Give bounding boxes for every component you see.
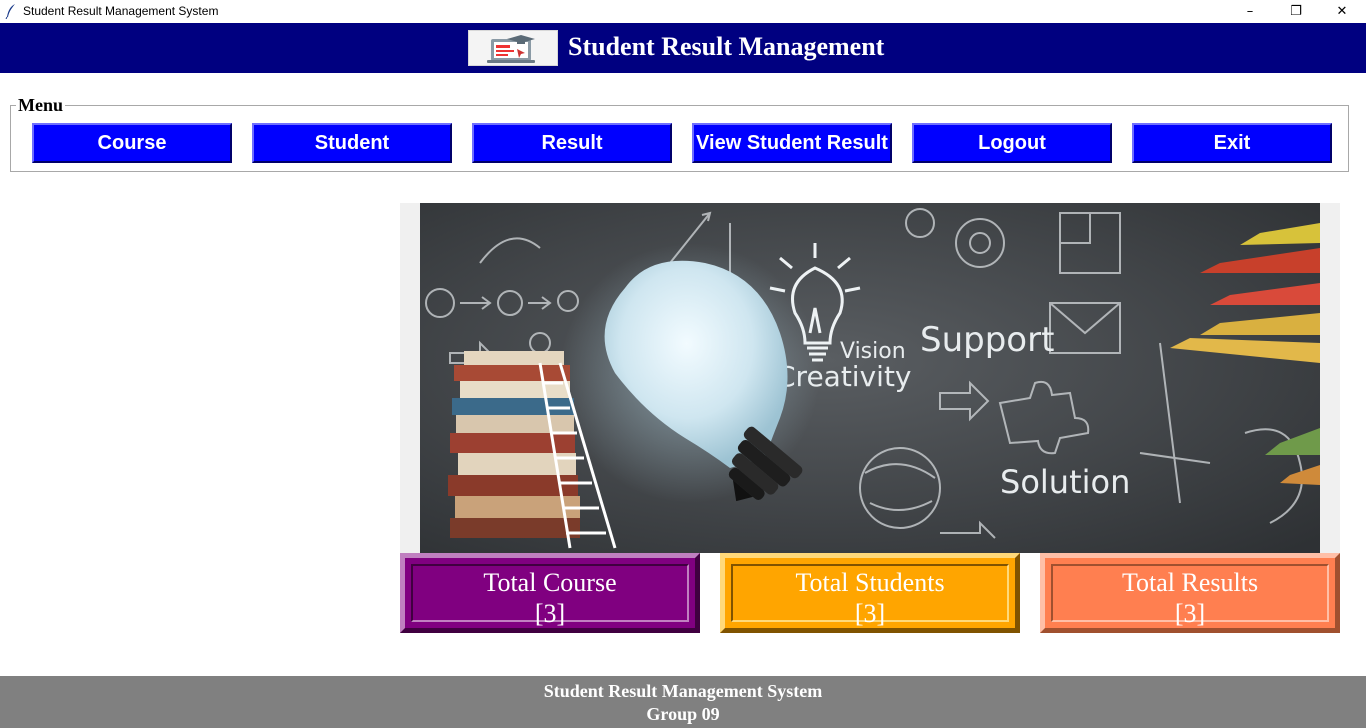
menu-legend: Menu xyxy=(16,95,65,115)
header-title: Student Result Management xyxy=(568,32,885,61)
minimize-button[interactable]: – xyxy=(1227,0,1273,23)
total-course-label: Total Course xyxy=(483,568,617,597)
total-course-card: Total Course [3] xyxy=(400,553,700,633)
app-header: Student Result Management xyxy=(0,23,1366,73)
restore-button[interactable]: ❐ xyxy=(1273,0,1319,23)
app-footer: Student Result Management System Group 0… xyxy=(0,676,1366,728)
total-results-card: Total Results [3] xyxy=(1040,553,1340,633)
window-title: Student Result Management System xyxy=(23,4,219,18)
footer-title: Student Result Management System xyxy=(543,681,823,701)
hero-image: Vision Creativity Support Solution xyxy=(420,203,1320,553)
exit-button[interactable]: Exit xyxy=(1132,123,1332,163)
graduation-laptop-icon xyxy=(468,30,558,66)
total-course-value: [3] xyxy=(534,599,566,628)
hero-text-solution: Solution xyxy=(1000,463,1130,501)
student-button[interactable]: Student xyxy=(252,123,452,163)
footer-group: Group 09 xyxy=(646,704,720,724)
logout-button[interactable]: Logout xyxy=(912,123,1112,163)
total-students-label: Total Students xyxy=(795,568,945,597)
total-results-label: Total Results xyxy=(1121,568,1259,597)
result-button[interactable]: Result xyxy=(472,123,672,163)
view-student-result-button[interactable]: View Student Result xyxy=(692,123,892,163)
close-button[interactable]: ✕ xyxy=(1319,0,1365,23)
feather-icon xyxy=(5,4,15,19)
total-students-card: Total Students [3] xyxy=(720,553,1020,633)
total-students-value: [3] xyxy=(854,599,886,628)
hero-text-support: Support xyxy=(920,320,1054,360)
total-results-value: [3] xyxy=(1174,599,1206,628)
window-title-bar: Student Result Management System – ❐ ✕ xyxy=(0,0,1366,23)
course-button[interactable]: Course xyxy=(32,123,232,163)
